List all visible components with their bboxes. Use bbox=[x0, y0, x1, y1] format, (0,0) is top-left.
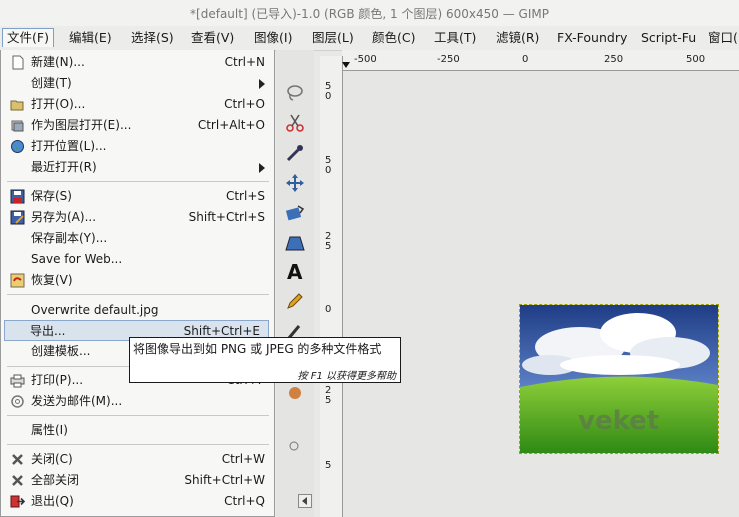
save-icon bbox=[10, 189, 25, 204]
ruler-tick: -250 bbox=[437, 54, 460, 65]
menu-item-close-all[interactable]: 全部关闭 Shift+Ctrl+W bbox=[2, 470, 273, 491]
quit-icon bbox=[10, 495, 25, 508]
menu-item-create[interactable]: 创建(T) bbox=[2, 73, 273, 94]
save-as-icon bbox=[10, 210, 25, 225]
menu-fx-foundry[interactable]: FX-Foundry bbox=[553, 29, 631, 47]
ruler-origin-marker bbox=[342, 62, 350, 68]
menu-view[interactable]: 查看(V) bbox=[187, 29, 238, 47]
menu-bar: 文件(F) 编辑(E) 选择(S) 查看(V) 图像(I) 图层(L) 颜色(C… bbox=[0, 26, 739, 51]
menu-separator bbox=[7, 444, 269, 445]
menu-item-save-for-web[interactable]: Save for Web... bbox=[2, 249, 273, 270]
close-all-icon bbox=[12, 475, 23, 486]
menu-image[interactable]: 图像(I) bbox=[250, 29, 296, 47]
tooltip-text: 将图像导出到如 PNG 或 JPEG 的多种文件格式 bbox=[133, 342, 382, 356]
ruler-tick: 0 bbox=[522, 54, 529, 65]
menu-colors[interactable]: 颜色(C) bbox=[368, 29, 419, 47]
file-menu-dropdown: 新建(N)... Ctrl+N 创建(T) 打开(O)... Ctrl+O 作为… bbox=[0, 50, 275, 517]
svg-text:A: A bbox=[287, 260, 303, 282]
menu-file[interactable]: 文件(F) bbox=[2, 28, 54, 47]
image-watermark: veket bbox=[578, 406, 659, 436]
revert-icon bbox=[10, 273, 25, 288]
new-document-icon bbox=[12, 55, 24, 70]
ruler-tick: 2 5 bbox=[325, 231, 332, 252]
menu-separator bbox=[7, 415, 269, 416]
menu-item-save-as[interactable]: 另存为(A)... Shift+Ctrl+S bbox=[2, 207, 273, 228]
menu-item-open[interactable]: 打开(O)... Ctrl+O bbox=[2, 94, 273, 115]
title-bar: *[default] (已导入)-1.0 (RGB 颜色, 1 个图层) 600… bbox=[0, 0, 739, 26]
ruler-tick: 5 bbox=[325, 460, 332, 471]
submenu-arrow-icon bbox=[259, 79, 265, 89]
menu-item-revert[interactable]: 恢复(V) bbox=[2, 270, 273, 291]
mail-icon bbox=[11, 395, 24, 408]
menu-item-quit[interactable]: 退出(Q) Ctrl+Q bbox=[2, 491, 273, 512]
menu-filters[interactable]: 滤镜(R) bbox=[492, 29, 543, 47]
ruler-tick: -500 bbox=[354, 54, 377, 65]
scissors-icon[interactable] bbox=[284, 112, 306, 134]
open-as-layers-icon bbox=[11, 120, 24, 132]
menu-select[interactable]: 选择(S) bbox=[127, 29, 178, 47]
landscape-image: veket bbox=[520, 305, 718, 453]
image-canvas[interactable]: veket bbox=[519, 304, 719, 454]
ruler-tick: 500 bbox=[686, 54, 706, 65]
menu-separator bbox=[7, 181, 269, 182]
globe-icon bbox=[11, 140, 24, 153]
ruler-tick: 2 5 bbox=[325, 385, 332, 406]
menu-tools[interactable]: 工具(T) bbox=[430, 29, 480, 47]
toolbox-strip: A bbox=[276, 50, 314, 517]
vertical-ruler: 5 0 5 0 2 5 0 2 5 5 bbox=[320, 56, 343, 517]
ruler-tick: 250 bbox=[604, 54, 624, 65]
folder-open-icon bbox=[10, 100, 24, 111]
menu-item-open-location[interactable]: 打开位置(L)... bbox=[2, 136, 273, 157]
color-picker-icon[interactable] bbox=[284, 142, 306, 164]
ruler-tick: 5 0 bbox=[325, 155, 332, 176]
menu-item-send-mail[interactable]: 发送为邮件(M)... bbox=[2, 391, 273, 412]
menu-item-save-copy[interactable]: 保存副本(Y)... bbox=[2, 228, 273, 249]
smudge-icon[interactable] bbox=[284, 382, 306, 404]
move-icon[interactable] bbox=[284, 172, 306, 194]
ruler-tick: 0 bbox=[325, 304, 332, 315]
menu-item-save[interactable]: 保存(S) Ctrl+S bbox=[2, 186, 273, 207]
menu-edit[interactable]: 编辑(E) bbox=[65, 29, 116, 47]
menu-item-open-as-layers[interactable]: 作为图层打开(E)... Ctrl+Alt+O bbox=[2, 115, 273, 136]
pencil-icon[interactable] bbox=[284, 290, 306, 312]
menu-item-close[interactable]: 关闭(C) Ctrl+W bbox=[2, 449, 273, 470]
horizontal-ruler: -500 -250 0 250 500 bbox=[342, 50, 739, 71]
export-tooltip: 将图像导出到如 PNG 或 JPEG 的多种文件格式 按 F1 以获得更多帮助 bbox=[129, 337, 401, 383]
submenu-arrow-icon bbox=[259, 163, 265, 173]
nav-left-icon[interactable] bbox=[298, 494, 312, 508]
menu-windows[interactable]: 窗口( bbox=[704, 29, 739, 47]
printer-icon bbox=[10, 374, 25, 388]
perspective-icon[interactable] bbox=[284, 232, 306, 254]
menu-item-new[interactable]: 新建(N)... Ctrl+N bbox=[2, 52, 273, 73]
menu-item-overwrite[interactable]: Overwrite default.jpg bbox=[2, 300, 273, 321]
foreground-bg-icon bbox=[289, 441, 299, 451]
close-icon bbox=[12, 454, 23, 465]
ruler-tick: 5 0 bbox=[325, 81, 332, 102]
text-tool-icon[interactable]: A bbox=[284, 260, 306, 282]
lasso-icon[interactable] bbox=[284, 82, 306, 104]
menu-item-open-recent[interactable]: 最近打开(R) bbox=[2, 157, 273, 178]
menu-layer[interactable]: 图层(L) bbox=[308, 29, 358, 47]
menu-item-properties[interactable]: 属性(I) bbox=[2, 420, 273, 441]
window-title: *[default] (已导入)-1.0 (RGB 颜色, 1 个图层) 600… bbox=[190, 7, 549, 21]
menu-script-fu[interactable]: Script-Fu bbox=[637, 29, 700, 47]
transform-icon[interactable] bbox=[284, 202, 306, 224]
tooltip-help-hint: 按 F1 以获得更多帮助 bbox=[297, 371, 396, 382]
menu-separator bbox=[7, 294, 269, 295]
